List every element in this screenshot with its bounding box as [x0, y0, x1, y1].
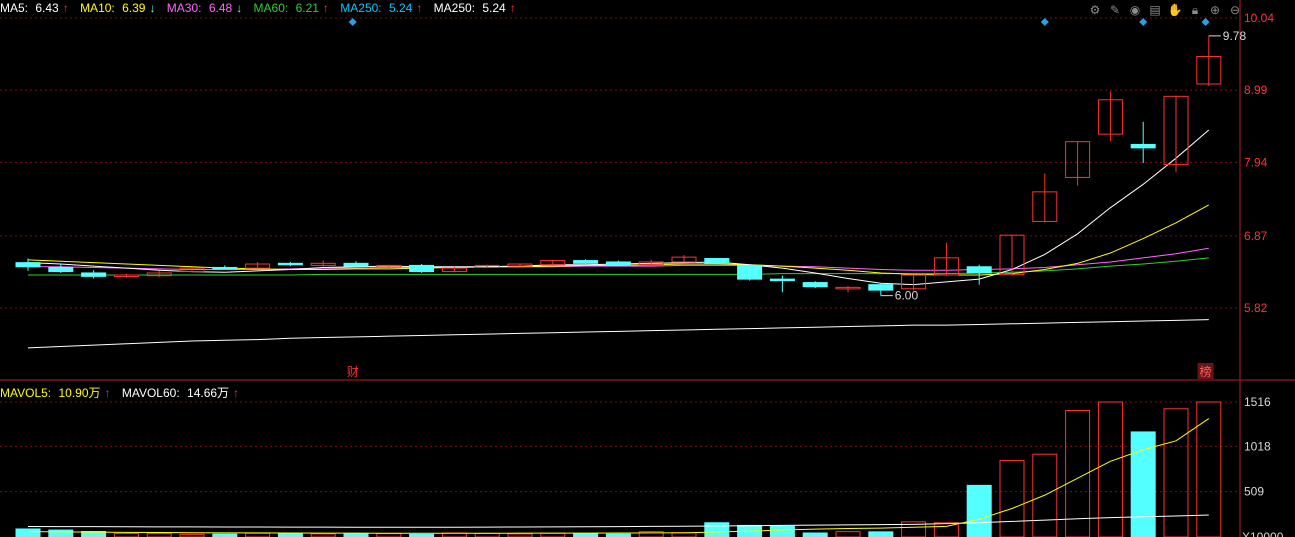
clipboard-icon[interactable]: ▤	[1146, 2, 1164, 18]
volume-tick-label: 1018	[1244, 439, 1271, 453]
down-candle	[769, 278, 795, 282]
up-volume-bar	[999, 459, 1025, 537]
stock-chart: 10.04 8.99 7.94 6.87 5.82 9.78 6.00 财 榜 1516 1018 5…	[0, 0, 1295, 537]
down-volume-bar	[277, 532, 303, 537]
price-tick-label: 10.04	[1244, 11, 1274, 25]
event-diamond-marker	[1040, 18, 1049, 26]
down-volume-bar	[868, 531, 894, 537]
zoom-out-icon[interactable]: ⊖	[1226, 2, 1244, 18]
up-volume-bar	[1196, 401, 1222, 537]
cai-marker: 财	[347, 365, 359, 379]
edit-icon[interactable]: ✎	[1106, 2, 1124, 18]
event-diamond-marker	[348, 18, 357, 26]
ma10-legend: MA10: 6.39 ↓	[80, 1, 156, 15]
event-diamond-marker	[1201, 18, 1210, 26]
ma250b-legend: MA250: 5.24 ↑	[433, 1, 516, 15]
down-volume-bar	[15, 528, 41, 537]
mavol5-legend: MAVOL5: 10.90万 ↑	[0, 386, 111, 400]
volume-unit-label: X10000	[1242, 530, 1284, 537]
volume-tick-label: 1516	[1244, 395, 1271, 409]
mavol60-line	[27, 514, 1209, 528]
down-volume-bar	[802, 532, 828, 537]
down-volume-bar	[704, 522, 730, 537]
up-volume-bar	[146, 533, 172, 537]
down-candle	[802, 282, 828, 288]
down-candle	[48, 266, 74, 273]
down-candle	[737, 264, 763, 280]
up-volume-bar	[540, 532, 566, 537]
chart-toolbar: ⚙ ✎ ◉ ▤ ✋ 🔒︎ ⊕ ⊖	[1086, 2, 1244, 18]
down-volume-bar	[343, 532, 369, 537]
down-candle	[573, 260, 599, 264]
volume-legend: MAVOL5: 10.90万 ↑ MAVOL60: 14.66万 ↑	[0, 384, 247, 401]
high-price-label: 9.78	[1223, 29, 1247, 43]
down-candle	[704, 258, 730, 264]
up-volume-bar	[474, 532, 500, 537]
down-candle	[212, 266, 238, 270]
low-price-label: 6.00	[895, 289, 919, 303]
up-volume-bar	[671, 532, 697, 537]
settings-icon[interactable]: ⚙	[1086, 2, 1104, 18]
up-volume-bar	[1163, 408, 1189, 537]
price-ma-legend: MA5: 6.43 ↑ MA10: 6.39 ↓ MA30: 6.48 ↓ MA60:…	[0, 1, 524, 15]
zoom-in-icon[interactable]: ⊕	[1206, 2, 1224, 18]
ma250-legend: MA250: 5.24 ↑	[340, 1, 423, 15]
ma60-legend: MA60: 6.21 ↑	[253, 1, 329, 15]
down-candle	[343, 262, 369, 267]
mavol60-legend: MAVOL60: 14.66万 ↑	[121, 386, 240, 400]
down-candle	[1130, 143, 1156, 149]
down-candle	[868, 284, 894, 291]
ma5-legend: MA5: 6.43 ↑	[0, 1, 69, 15]
up-volume-bar	[245, 532, 271, 537]
volume-tick-label: 509	[1244, 485, 1264, 499]
price-tick-label: 7.94	[1244, 155, 1268, 169]
ma30-legend: MA30: 6.48 ↓	[166, 1, 243, 15]
down-candle	[81, 272, 107, 277]
up-volume-bar	[113, 532, 139, 537]
lock-icon[interactable]: 🔒︎	[1186, 2, 1204, 18]
down-volume-bar	[573, 532, 599, 537]
down-candle	[605, 261, 631, 266]
mavol5-line	[27, 418, 1210, 534]
event-diamond-marker	[1139, 18, 1148, 26]
up-volume-bar	[835, 531, 861, 537]
down-volume-bar	[966, 484, 992, 537]
bang-marker: 榜	[1200, 364, 1212, 379]
price-tick-label: 5.82	[1244, 301, 1268, 315]
down-volume-bar	[48, 529, 74, 537]
down-candle	[15, 262, 41, 268]
down-volume-bar	[769, 525, 795, 537]
eye-icon[interactable]: ◉	[1126, 2, 1144, 18]
price-tick-label: 6.87	[1244, 229, 1268, 243]
up-volume-bar	[376, 533, 402, 537]
down-candle	[409, 264, 435, 273]
ma250-line	[27, 319, 1209, 349]
down-candle	[277, 262, 303, 266]
up-volume-bar	[1097, 401, 1123, 537]
price-tick-label: 8.99	[1244, 83, 1268, 97]
down-candle	[966, 266, 992, 274]
hand-icon[interactable]: ✋	[1166, 2, 1184, 18]
